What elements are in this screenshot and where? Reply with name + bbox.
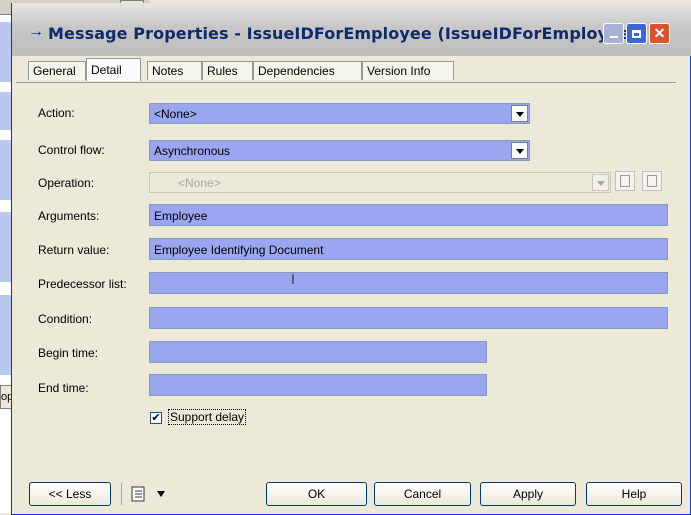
help-button[interactable]: Help: [586, 482, 682, 506]
chevron-down-icon[interactable]: [511, 105, 528, 122]
list-menu-icon[interactable]: [130, 485, 148, 503]
arguments-value: Employee: [154, 209, 208, 223]
condition-field[interactable]: [149, 307, 668, 329]
close-button[interactable]: ✕: [649, 23, 670, 44]
predecessor-list-label: Predecessor list:: [38, 277, 127, 291]
maximize-button[interactable]: [626, 23, 647, 44]
title-bar[interactable]: → Message Properties - IssueIDForEmploye…: [12, 3, 691, 59]
return-value-value: Employee Identifying Document: [154, 243, 324, 257]
minimize-icon: [609, 36, 618, 38]
tab-version-info[interactable]: Version Info: [362, 61, 454, 80]
operation-combo: <None>: [149, 172, 611, 193]
arguments-field[interactable]: Employee: [149, 204, 668, 226]
ok-button[interactable]: OK: [266, 482, 367, 506]
dropdown-arrow-icon[interactable]: [157, 491, 165, 497]
chevron-down-icon: [592, 174, 609, 191]
checkmark-icon: ✔: [151, 412, 161, 424]
condition-label: Condition:: [38, 312, 93, 326]
control-flow-combo[interactable]: Asynchronous: [149, 140, 530, 161]
chevron-down-icon[interactable]: [511, 142, 528, 159]
support-delay-label[interactable]: Support delay: [168, 409, 247, 425]
action-value: <None>: [154, 107, 197, 121]
action-combo[interactable]: <None>: [149, 103, 530, 124]
tab-general[interactable]: General: [28, 61, 86, 80]
begin-time-field[interactable]: [149, 341, 487, 363]
properties-icon: [647, 175, 657, 187]
window-title: Message Properties - IssueIDForEmployee …: [48, 24, 638, 43]
action-label: Action:: [38, 106, 75, 120]
tab-notes[interactable]: Notes: [147, 61, 202, 80]
return-value-field[interactable]: Employee Identifying Document: [149, 238, 668, 260]
new-document-icon: [620, 175, 630, 187]
arguments-label: Arguments:: [38, 209, 100, 223]
control-flow-label: Control flow:: [38, 143, 105, 157]
maximize-icon: [632, 30, 641, 38]
control-flow-value: Asynchronous: [154, 144, 231, 158]
operation-value: <None>: [178, 176, 221, 190]
operation-label: Operation:: [38, 176, 95, 190]
predecessor-list-field[interactable]: [149, 272, 668, 294]
close-icon: ✕: [653, 25, 666, 41]
create-operation-button: [615, 171, 635, 191]
minimize-button[interactable]: [603, 23, 624, 44]
apply-button[interactable]: Apply: [480, 482, 576, 506]
support-delay-checkbox[interactable]: ✔: [150, 412, 162, 424]
operation-properties-button: [642, 171, 662, 191]
return-value-label: Return value:: [38, 243, 110, 257]
divider: [121, 483, 122, 505]
tab-detail[interactable]: Detail: [86, 58, 141, 81]
less-button[interactable]: << Less: [29, 482, 111, 506]
end-time-label: End time:: [38, 381, 89, 395]
text-cursor-icon: I: [291, 271, 295, 287]
tab-dependencies[interactable]: Dependencies: [253, 61, 362, 80]
end-time-field[interactable]: [149, 374, 487, 396]
message-arrow-icon: →: [28, 23, 44, 40]
tab-rules[interactable]: Rules: [202, 61, 253, 80]
begin-time-label: Begin time:: [38, 346, 99, 360]
cancel-button[interactable]: Cancel: [374, 482, 471, 506]
